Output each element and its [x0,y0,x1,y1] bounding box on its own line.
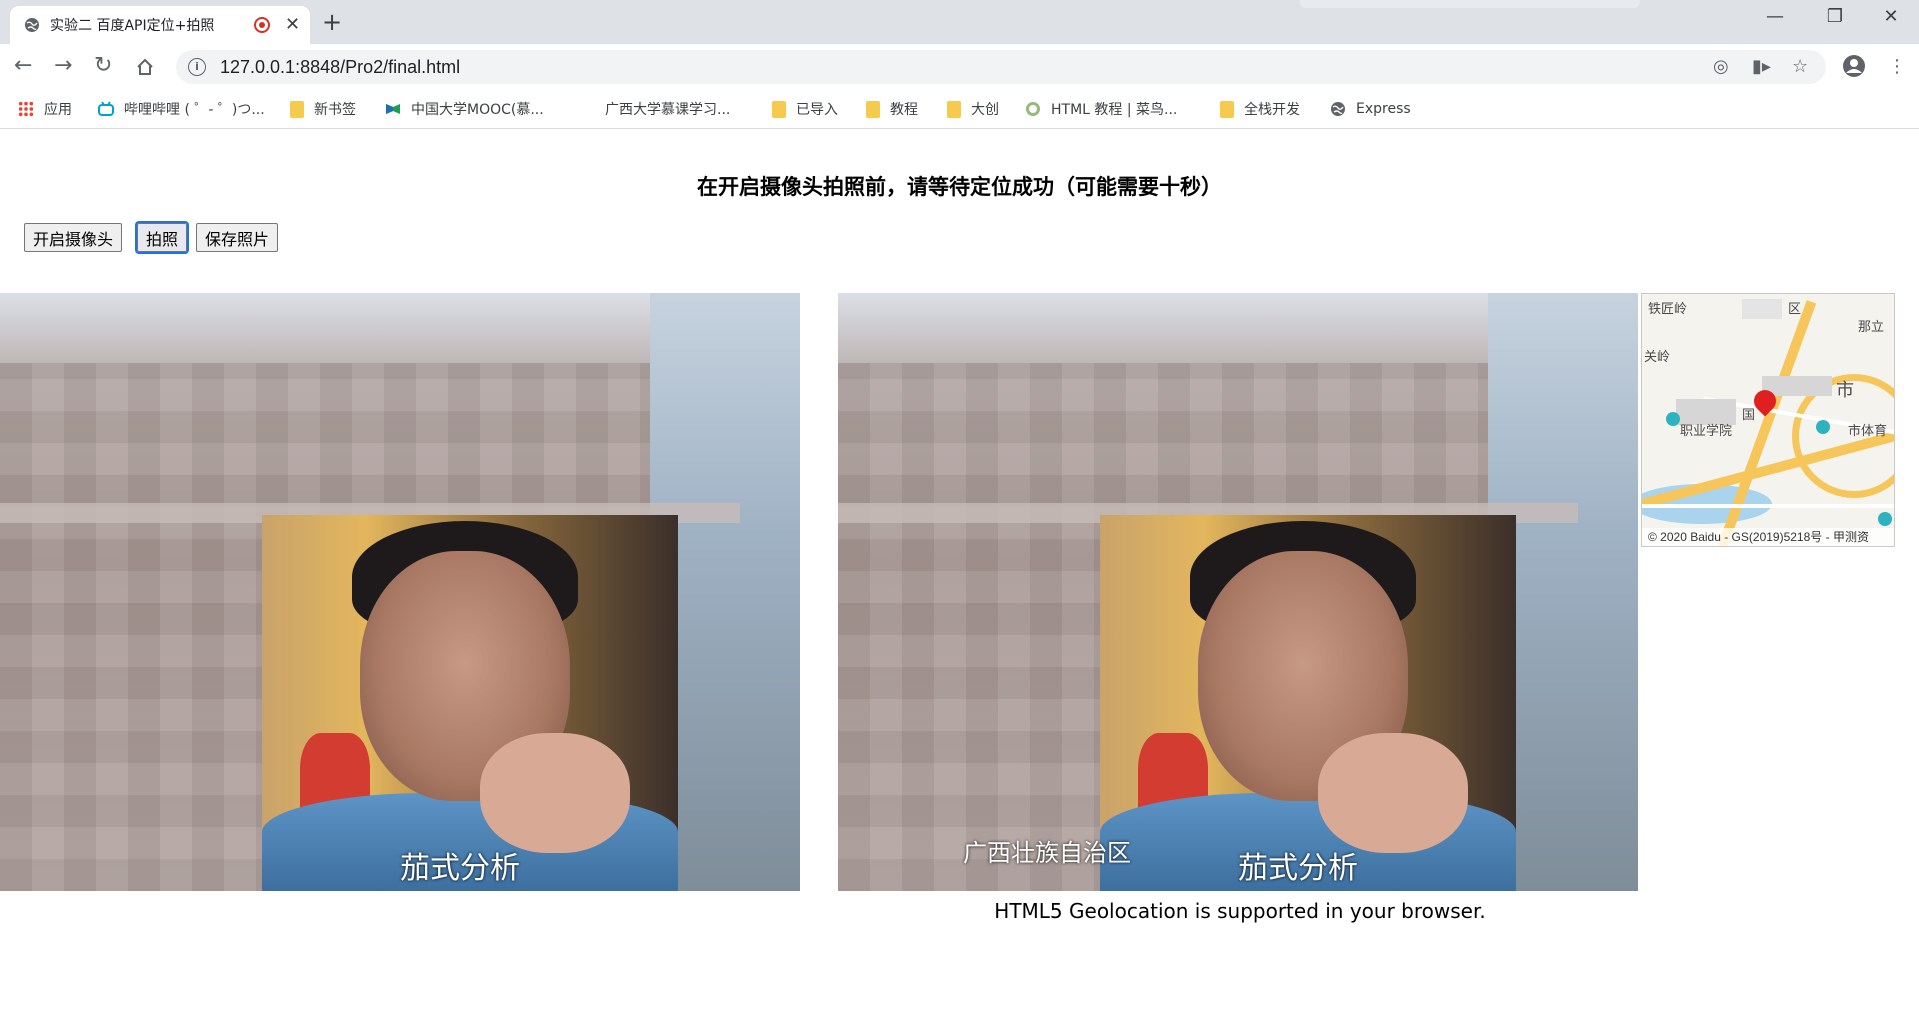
baidu-map[interactable]: 铁匠岭 区 那立 关岭 市 国 职业学院 市体育 © 2020 Baidu - … [1641,293,1895,547]
active-tab[interactable]: 实验二 百度API定位+拍照 ✕ [10,6,310,44]
photo-caption: 茄式分析 [1238,851,1358,886]
captured-photo-canvas: 广西壮族自治区 茄式分析 [838,293,1638,891]
hand [480,733,630,853]
open-camera-button[interactable]: 开启摄像头 [24,223,123,252]
bookmark-imported-folder[interactable]: 已导入 [772,98,838,120]
home-icon[interactable] [136,58,154,76]
url-text[interactable]: 127.0.0.1:8848/Pro2/final.html [220,57,460,78]
video-caption: 茄式分析 [400,851,520,886]
folder-icon [290,100,304,118]
photo-location-watermark: 广西壮族自治区 [963,839,1131,867]
bookmark-label: 教程 [890,102,918,118]
bookmark-gxu-mooc[interactable]: 广西大学慕课学习... [605,98,730,120]
camera-icon[interactable]: ▮▸ [1752,56,1771,77]
bookmark-bilibili[interactable]: 哔哩哔哩 ( ゜- ゜)つ... [98,98,265,120]
folder-icon [1220,100,1234,118]
camera-video: 茄式分析 [0,293,800,891]
bookmark-label: Express [1356,101,1411,117]
take-photo-button[interactable]: 拍照 [134,221,190,254]
map-label: 国 [1742,408,1756,423]
map-label: 关岭 [1644,350,1671,365]
map-label: 市 [1836,380,1854,401]
save-photo-button[interactable]: 保存照片 [196,223,279,252]
folder-icon [772,100,786,118]
map-label: 那立 [1858,320,1885,335]
address-bar[interactable]: i 127.0.0.1:8848/Pro2/final.html [176,50,1826,84]
map-blur [1742,299,1782,319]
bookmark-label: HTML 教程 | 菜鸟... [1051,102,1178,118]
bookmark-label: 新书签 [314,102,356,118]
close-window-button[interactable]: ✕ [1866,6,1916,27]
map-label: 铁匠岭 [1648,302,1688,317]
globe-icon [25,18,39,32]
folder-icon [866,100,880,118]
bookmark-runoob[interactable]: HTML 教程 | 菜鸟... [1025,98,1177,120]
reload-icon[interactable]: ↻ [94,53,112,78]
map-label: 职业学院 [1680,424,1733,439]
folder-icon [947,100,961,118]
mooc-icon [386,104,400,114]
hand [1318,733,1468,853]
bookmark-label: 应用 [44,102,72,118]
tab-strip: 实验二 百度API定位+拍照 ✕ + — ❐ ✕ [0,0,1919,44]
bookmark-fullstack-folder[interactable]: 全栈开发 [1220,98,1300,120]
tab-strip-shade [1300,0,1640,8]
menu-kebab-icon[interactable]: ⋮ [1888,56,1906,77]
map-poi-icon [1666,412,1680,426]
bookmark-mooc[interactable]: 中国大学MOOC(慕... [385,98,544,120]
location-icon[interactable]: ◎ [1713,56,1729,77]
globe-icon [1331,102,1345,116]
page-content: 在开启摄像头拍照前，请等待定位成功（可能需要十秒） 开启摄像头 拍照 保存照片 … [0,129,1919,1031]
page-heading: 在开启摄像头拍照前，请等待定位成功（可能需要十秒） [697,175,1222,199]
map-label: 市体育 [1848,424,1888,439]
recording-indicator-icon [254,17,270,33]
apps-grid-icon [18,101,34,117]
bookmark-new-folder[interactable]: 新书签 [290,98,356,120]
back-arrow-icon[interactable]: ← [14,53,32,78]
restore-button[interactable]: ❐ [1810,6,1860,27]
bookmark-label: 中国大学MOOC(慕... [411,102,544,118]
forward-arrow-icon[interactable]: → [54,53,72,78]
bookmark-label: 全栈开发 [1244,102,1300,118]
bookmark-apps[interactable]: 应用 [18,98,72,120]
map-poi-icon [1878,512,1892,526]
minimize-button[interactable]: — [1750,6,1800,27]
bookmark-express[interactable]: Express [1330,98,1411,120]
bookmark-dachuang-folder[interactable]: 大创 [947,98,999,120]
profile-avatar-icon[interactable] [1842,54,1866,78]
bookmark-label: 已导入 [796,102,838,118]
map-label: 区 [1788,302,1802,317]
bookmarks-bar: 应用 哔哩哔哩 ( ゜- ゜)つ... 新书签 中国大学MOOC(慕... 广西… [0,88,1919,129]
browser-toolbar: ← → ↻ i 127.0.0.1:8848/Pro2/final.html ◎… [0,44,1919,88]
runoob-icon [1026,102,1040,116]
bookmark-label: 哔哩哔哩 ( ゜- ゜)つ... [124,102,265,118]
map-road [1642,504,1894,508]
geolocation-status: HTML5 Geolocation is supported in your b… [994,899,1486,923]
bookmark-label: 广西大学慕课学习... [605,102,731,118]
bookmark-star-icon[interactable]: ☆ [1792,56,1808,77]
tab-close-icon[interactable]: ✕ [285,14,300,35]
map-poi-icon [1816,420,1830,434]
tab-title: 实验二 百度API定位+拍照 [50,18,215,34]
bookmark-label: 大创 [971,102,999,118]
map-copyright: © 2020 Baidu - GS(2019)5218号 - 甲测资 [1642,528,1894,546]
bilibili-icon [98,101,114,116]
bookmark-tutorial-folder[interactable]: 教程 [866,98,918,120]
site-info-icon[interactable]: i [188,58,206,76]
new-tab-button[interactable]: + [322,8,342,36]
